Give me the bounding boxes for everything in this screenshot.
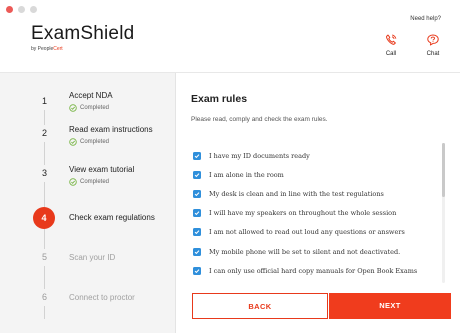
app-logo: ExamShield by PeopleCert <box>31 23 134 52</box>
chat-button[interactable]: Chat <box>423 33 443 57</box>
checkmark-icon <box>194 230 200 235</box>
step-number-badge: 2 <box>36 125 53 142</box>
step-status: Completed <box>69 138 109 146</box>
rule-item[interactable]: I am not allowed to read out loud any qu… <box>193 223 443 242</box>
step-status-label: Completed <box>80 139 110 145</box>
step-scan-id[interactable]: 5 Scan your ID <box>0 249 175 285</box>
checkmark-icon <box>194 211 200 216</box>
rule-checkbox[interactable] <box>193 228 201 237</box>
help-title: Need help? <box>410 16 441 22</box>
byline-brand: Cert <box>53 46 63 52</box>
step-title: Accept NDA <box>69 91 113 100</box>
next-button[interactable]: NEXT <box>329 293 451 319</box>
step-title: Connect to proctor <box>69 293 135 302</box>
rule-text: I will have my speakers on throughout th… <box>209 209 397 218</box>
rule-checkbox[interactable] <box>193 189 201 198</box>
rule-item[interactable]: My desk is clean and in line with the te… <box>193 184 443 203</box>
rule-item[interactable]: My mobile phone will be set to silent an… <box>193 242 443 261</box>
call-label: Call <box>385 51 397 57</box>
chat-icon <box>427 34 439 46</box>
step-number-badge: 3 <box>36 165 53 182</box>
rule-checkbox[interactable] <box>193 247 201 256</box>
chat-label: Chat <box>426 51 440 57</box>
step-connect-proctor[interactable]: 6 Connect to proctor <box>0 289 175 325</box>
step-view-tutorial[interactable]: 3 View exam tutorial Completed <box>0 163 175 199</box>
step-title: Read exam instructions <box>69 125 153 134</box>
window-controls <box>6 6 37 13</box>
scrollbar-thumb[interactable] <box>442 143 445 197</box>
rule-item[interactable]: I will have my speakers on throughout th… <box>193 204 443 223</box>
rule-item[interactable]: I can only use official hard copy manual… <box>193 261 443 280</box>
rules-list: I have my ID documents ready I am alone … <box>193 146 443 280</box>
rule-checkbox[interactable] <box>193 209 201 218</box>
checkmark-icon <box>194 173 200 177</box>
check-circle-icon <box>69 104 77 112</box>
rule-checkbox[interactable] <box>193 151 201 160</box>
step-number-badge: 4 <box>33 207 55 229</box>
rule-text: I can only use official hard copy manual… <box>209 266 418 275</box>
rule-text: I am not allowed to read out loud any qu… <box>209 228 405 237</box>
check-circle-icon <box>69 178 77 186</box>
call-button[interactable]: Call <box>381 33 401 57</box>
rule-checkbox[interactable] <box>193 266 201 275</box>
app-window: ExamShield by PeopleCert Need help? Call… <box>0 0 460 333</box>
back-button[interactable]: BACK <box>192 293 328 319</box>
exam-rules-panel: Exam rules Please read, comply and check… <box>176 73 460 333</box>
rule-text: I have my ID documents ready <box>209 151 310 160</box>
close-window-button[interactable] <box>6 6 13 13</box>
checkmark-icon <box>194 268 200 273</box>
step-title: Scan your ID <box>69 253 116 262</box>
step-number-badge: 1 <box>36 93 53 110</box>
rule-text: My mobile phone will be set to silent an… <box>209 247 401 256</box>
step-read-instructions[interactable]: 2 Read exam instructions Completed <box>0 123 175 159</box>
checkmark-icon <box>194 192 200 197</box>
steps-sidebar: 1 Accept NDA Completed 2 Read exam instr… <box>0 73 176 333</box>
check-circle-icon <box>69 138 77 146</box>
checkmark-icon <box>194 249 200 254</box>
byline-prefix: by People <box>31 46 54 52</box>
step-status: Completed <box>69 104 109 112</box>
step-accept-nda[interactable]: 1 Accept NDA Completed <box>0 83 175 119</box>
rules-scrollbar[interactable] <box>442 143 445 283</box>
rule-item[interactable]: I am alone in the room <box>193 165 443 184</box>
page-subtitle: Please read, comply and check the exam r… <box>191 116 328 123</box>
step-title: Check exam regulations <box>69 213 155 222</box>
rule-item[interactable]: I have my ID documents ready <box>193 146 443 165</box>
app-title: ExamShield <box>31 23 135 44</box>
minimize-window-button[interactable] <box>18 6 25 13</box>
step-number-badge: 5 <box>36 249 53 266</box>
step-check-regulations[interactable]: 4 Check exam regulations <box>0 205 175 241</box>
step-number-badge: 6 <box>36 289 53 306</box>
step-status-label: Completed <box>80 105 110 111</box>
rule-checkbox[interactable] <box>193 170 201 179</box>
step-title: View exam tutorial <box>69 165 135 174</box>
step-status-label: Completed <box>80 179 110 185</box>
rule-text: My desk is clean and in line with the te… <box>209 189 384 198</box>
rule-text: I am alone in the room <box>209 170 284 179</box>
phone-icon <box>386 34 397 45</box>
page-title: Exam rules <box>191 93 248 105</box>
checkmark-icon <box>194 153 200 158</box>
step-status: Completed <box>69 178 109 186</box>
app-byline: by PeopleCert <box>31 46 134 52</box>
maximize-window-button[interactable] <box>30 6 37 13</box>
